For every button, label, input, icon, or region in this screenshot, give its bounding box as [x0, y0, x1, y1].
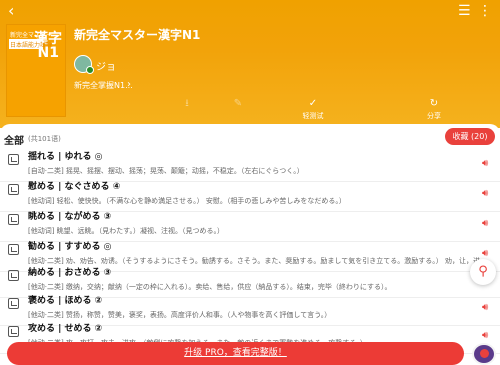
word-title: 攻める | せめる ②: [28, 324, 103, 334]
speaker-icon[interactable]: 🔊︎: [482, 302, 488, 313]
search-icon[interactable]: ⚲: [470, 259, 496, 285]
list-icon[interactable]: ☰: [458, 4, 471, 18]
collect-button[interactable]: 收藏 (20): [445, 128, 495, 145]
speaker-icon[interactable]: 🔊︎: [482, 218, 488, 229]
checkbox-icon[interactable]: [8, 184, 19, 195]
check-circle-icon: ✓: [308, 98, 318, 109]
word-count: (共101语): [28, 135, 61, 143]
all-label: 全部: [4, 136, 24, 147]
checkbox-icon[interactable]: [8, 154, 19, 165]
word-title: 揺れる | ゆれる ◎: [28, 152, 103, 162]
mascot-avatar-icon[interactable]: [472, 343, 496, 365]
word-title: 眺める | ながめる ③: [28, 212, 112, 222]
checkbox-icon[interactable]: [8, 270, 19, 281]
book-source-link[interactable]: 新完全掌握N1...: [74, 80, 133, 91]
word-meaning: [他动词] 眺望、远眺。（見わたす。）凝视、注视。（見つめる。）: [28, 227, 224, 235]
word-title: 勧める | すすめる ◎: [28, 242, 112, 252]
checkbox-icon[interactable]: [8, 244, 19, 255]
chevron-right-icon[interactable]: ›: [127, 79, 131, 90]
book-header: ‹ ☰ ⋮ 新完全マスター 漢字 日本語能力試験 N1 新完全マスター漢字N1 …: [0, 0, 500, 128]
speaker-icon[interactable]: 🔊︎: [482, 158, 488, 169]
word-title: 褒める | ほめる ②: [28, 296, 103, 306]
speaker-icon[interactable]: 🔊︎: [482, 188, 488, 199]
upgrade-pro-button[interactable]: 升级 PRO，查看完整版！: [7, 342, 464, 365]
action-edit[interactable]: ✎: [208, 98, 268, 111]
word-title: 慰める | なぐさめる ④: [28, 182, 121, 192]
word-meaning: [自动·二类] 摇晃、摇摆、摆动、摇荡；晃荡、颠簸；动摇，不稳定。（左右にぐらつ…: [28, 167, 304, 175]
checkbox-icon[interactable]: [8, 214, 19, 225]
speaker-icon[interactable]: 🔊︎: [482, 330, 488, 341]
action-quick-test[interactable]: ✓ 轻测试: [283, 98, 343, 121]
word-meaning: [他动词] 轻松、使快快。（不满な心を静め満足させる。） 安慰。（相手の悲しみや…: [28, 197, 346, 205]
action-quick-test-label: 轻测试: [302, 112, 324, 120]
action-share-label: 分享: [427, 112, 441, 120]
share-icon: ↻: [429, 98, 439, 109]
more-icon[interactable]: ⋮: [478, 4, 492, 18]
back-chevron-left-icon[interactable]: ‹: [8, 3, 14, 19]
author-name[interactable]: ジョ: [96, 58, 116, 73]
book-cover-image: 新完全マスター 漢字 日本語能力試験 N1: [6, 24, 66, 117]
action-share[interactable]: ↻ 分享: [404, 98, 464, 121]
word-title: 納める | おさめる ③: [28, 268, 112, 278]
cover-level: N1: [37, 45, 59, 61]
book-title: 新完全マスター漢字N1: [74, 28, 201, 42]
checkbox-icon[interactable]: [8, 298, 19, 309]
verified-badge-icon: [86, 66, 94, 74]
checkbox-icon[interactable]: [8, 326, 19, 337]
speaker-icon[interactable]: 🔊︎: [482, 248, 488, 259]
edit-icon: ✎: [233, 98, 243, 109]
